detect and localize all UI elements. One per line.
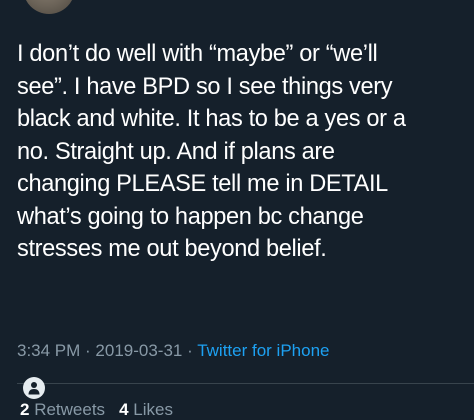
tweet-line: I don’t do well with “maybe” or “we’ll xyxy=(17,41,378,67)
tweet-text: I don’t do well with “maybe” or “we’ll s… xyxy=(17,38,467,266)
tweet-line: no. Straight up. And if plans are xyxy=(17,138,335,165)
tweet-line: stresses me out beyond belief. xyxy=(17,236,327,262)
tweet-line: changing PLEASE tell me in DETAIL xyxy=(17,171,388,197)
likes-link[interactable]: 4 Likes xyxy=(119,400,173,419)
likes-label: Likes xyxy=(128,400,173,419)
tweet-line: what’s going to happen bc change xyxy=(17,203,364,230)
tweet-metadata: 3:34 PM · 2019-03-31 · Twitter for iPhon… xyxy=(17,340,329,362)
likes-count: 4 xyxy=(119,400,129,419)
meta-separator: · xyxy=(80,341,96,360)
person-icon xyxy=(23,377,45,399)
meta-separator: · xyxy=(182,341,198,360)
tweet-source-link[interactable]: Twitter for iPhone xyxy=(197,341,329,360)
tweet-line: see”. I have BPD so I see things very xyxy=(17,73,393,100)
retweets-label: Retweets xyxy=(29,400,106,419)
avatar[interactable] xyxy=(23,0,75,14)
retweets-link[interactable]: 2 Retweets xyxy=(20,400,105,419)
tweet-time[interactable]: 3:34 PM xyxy=(17,341,80,360)
tweet-stats: 2 Retweets 4 Likes xyxy=(20,400,173,420)
tweet-date[interactable]: 2019-03-31 xyxy=(95,341,182,360)
divider xyxy=(17,383,474,384)
tweet-line: black and white. It has to be a yes or a xyxy=(17,106,406,132)
